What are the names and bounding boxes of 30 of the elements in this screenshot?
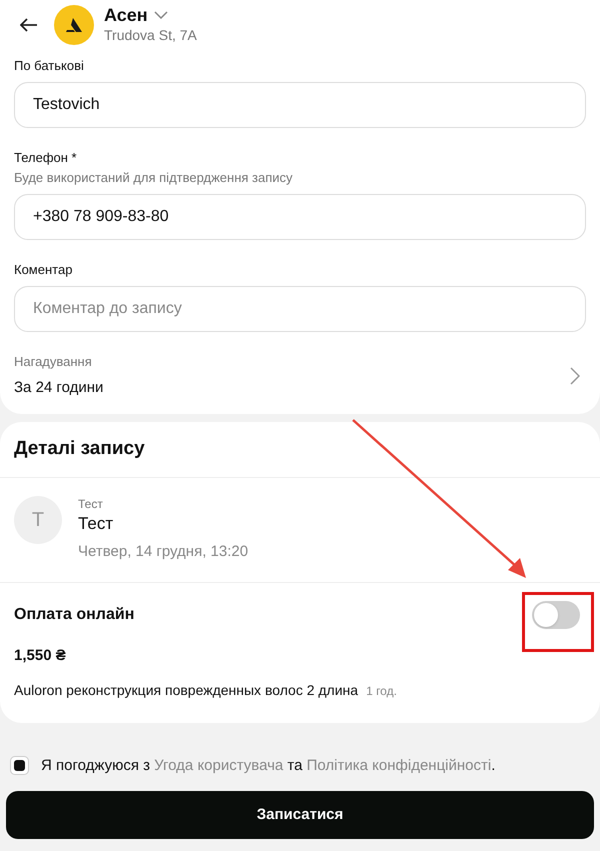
avatar: T: [14, 496, 62, 544]
field-hint: Буде використаний для підтвердження запису: [14, 170, 294, 186]
staff-role: Тест: [78, 496, 104, 512]
payment-label: Оплата онлайн: [14, 605, 134, 625]
service-name: Auloron реконструкция поврежденных волос 2 длина: [14, 680, 358, 700]
select-label: Нагадування: [14, 354, 93, 370]
input-field[interactable]: +380 78 909-83-80: [14, 194, 586, 240]
business-name: Асен: [104, 5, 148, 25]
payment-switch[interactable]: [532, 601, 580, 629]
reminder-select[interactable]: Нагадування За 24 години: [14, 354, 586, 398]
chevron-down-icon[interactable]: [154, 11, 168, 19]
service-duration: 1 год.: [366, 682, 397, 700]
select-value: За 24 години: [14, 378, 104, 398]
price: 1,550 ₴: [14, 646, 67, 666]
input-field[interactable]: Testovich: [14, 82, 586, 128]
chevron-right-icon: [570, 367, 580, 385]
back-arrow-icon[interactable]: [20, 18, 38, 32]
agreement-text: Я погоджуюся з Угода користувача та Політика конфіденційності.: [41, 756, 496, 776]
agreement-checkbox[interactable]: [10, 756, 29, 776]
input-field[interactable]: Коментар до запису: [14, 286, 586, 332]
staff-name: Тест: [78, 513, 114, 535]
appointment-datetime: Четвер, 14 грудня, 13:20: [78, 542, 248, 562]
field-label: Коментар: [14, 262, 74, 278]
submit-button[interactable]: Записатися: [6, 791, 594, 839]
highlight-frame: [522, 592, 594, 652]
field-label: Телефон *: [14, 150, 78, 166]
field-label: По батькові: [14, 58, 85, 74]
logo-icon: [54, 5, 94, 45]
business-address: Trudova St, 7A: [104, 26, 197, 45]
section-title: Деталі запису: [14, 437, 145, 462]
